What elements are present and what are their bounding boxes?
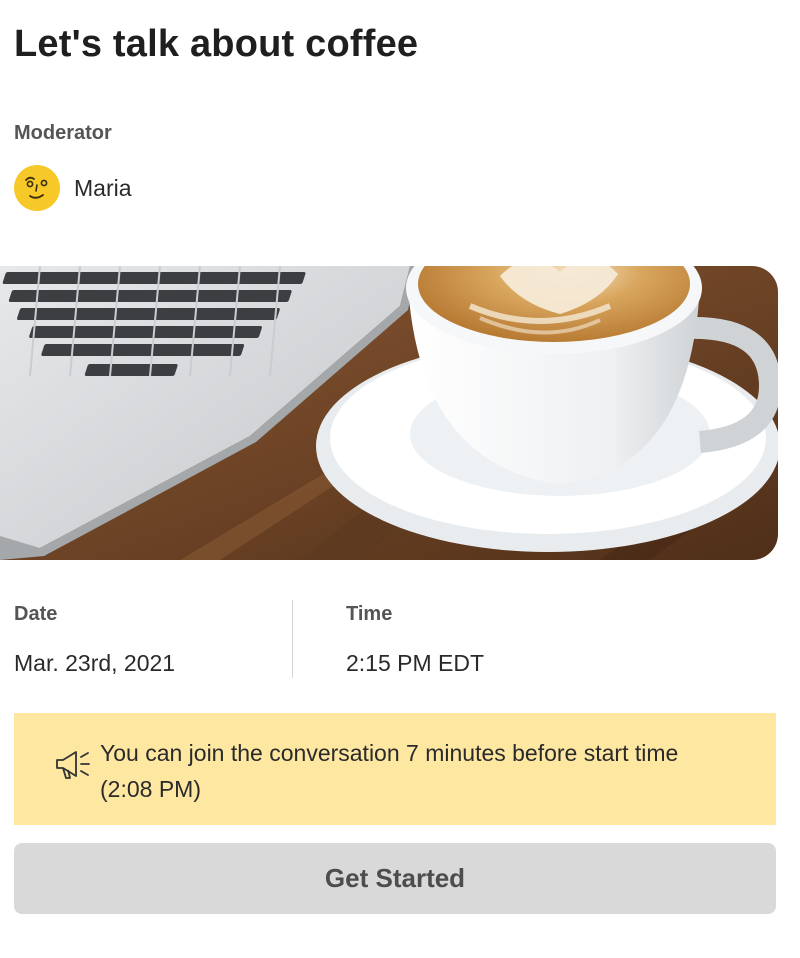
event-detail-page: Let's talk about coffee Moderator Maria — [0, 0, 800, 958]
moderator-name: Maria — [74, 174, 132, 201]
smirk-face-avatar-icon — [14, 165, 60, 211]
time-column: Time 2:15 PM EDT — [346, 600, 484, 678]
join-notice-text: You can join the conversation 7 minutes … — [100, 740, 679, 802]
schedule-info: Date Mar. 23rd, 2021 Time 2:15 PM EDT — [0, 600, 800, 680]
get-started-button[interactable]: Get Started — [14, 843, 776, 914]
megaphone-icon — [56, 751, 90, 779]
date-column: Date Mar. 23rd, 2021 — [14, 600, 175, 678]
date-value: Mar. 23rd, 2021 — [14, 650, 176, 676]
join-notice-banner: You can join the conversation 7 minutes … — [14, 713, 776, 825]
date-label: Date — [14, 603, 58, 625]
moderator-label: Moderator — [14, 122, 112, 144]
time-value: 2:15 PM EDT — [346, 650, 485, 676]
moderator-row: Maria — [14, 164, 132, 212]
time-label: Time — [346, 603, 393, 625]
laptop-and-latte-photo — [0, 266, 778, 560]
page-title: Let's talk about coffee — [14, 23, 419, 65]
column-divider — [292, 600, 293, 678]
